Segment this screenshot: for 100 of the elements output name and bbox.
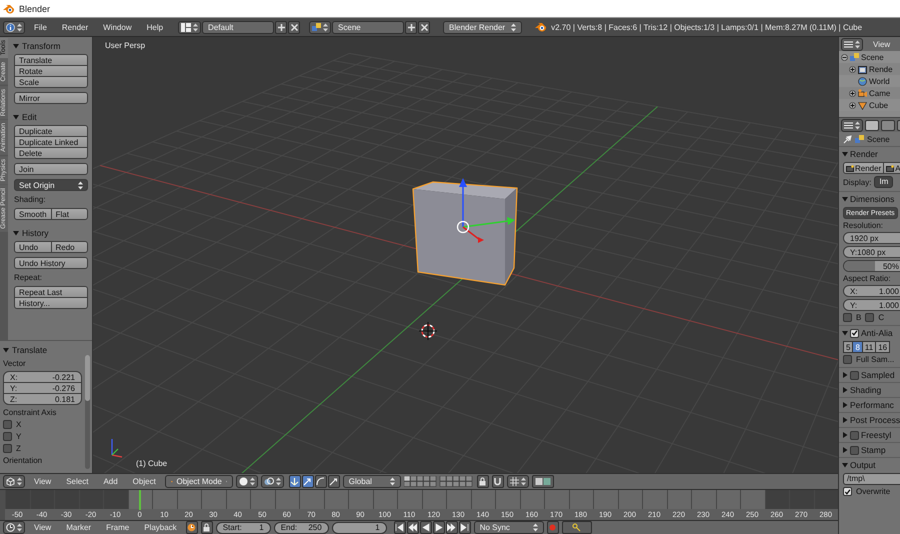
tool-button[interactable]: Join (14, 163, 88, 175)
number-field[interactable]: Y: 1.000 (843, 299, 900, 311)
scene-field[interactable]: Scene (332, 20, 404, 34)
orientation-dropdown[interactable]: Global (342, 475, 401, 488)
menu-item[interactable]: Window (97, 22, 138, 32)
layout-picker-button[interactable] (178, 20, 202, 34)
disclosure-triangle-icon[interactable] (842, 372, 848, 378)
disclosure-triangle-icon[interactable] (842, 196, 848, 202)
playback-button[interactable] (394, 521, 406, 534)
disclosure-triangle-icon[interactable] (3, 346, 9, 352)
number-field[interactable]: Z: 0.181 (3, 393, 82, 405)
checkbox[interactable] (850, 328, 859, 338)
render-preview-button[interactable] (532, 475, 554, 488)
disclosure-triangle-icon[interactable] (842, 151, 848, 157)
disclosure-triangle-icon[interactable] (842, 432, 848, 438)
context-tab[interactable] (881, 120, 895, 130)
sample-count-button[interactable]: 5 (843, 341, 854, 353)
plus-icon[interactable] (849, 66, 856, 72)
tool-button[interactable]: Flat (50, 208, 88, 220)
number-field[interactable]: Y:1080 px (843, 246, 900, 258)
add-layout-button[interactable] (275, 20, 288, 34)
menu-item[interactable]: Help (140, 22, 170, 32)
pin-icon[interactable] (843, 134, 852, 144)
menu-item[interactable]: View (28, 477, 58, 486)
sample-count-button[interactable]: 8 (852, 341, 863, 353)
add-scene-button[interactable] (405, 20, 418, 34)
editor-type-button[interactable] (3, 20, 25, 34)
dropdown-field[interactable]: Im (874, 176, 894, 188)
layout-field[interactable]: Default (202, 20, 274, 34)
menu-item[interactable]: Playback (138, 523, 183, 532)
number-field[interactable]: Y: -0.276 (3, 382, 82, 394)
render-button[interactable]: Render (843, 162, 884, 174)
checkbox[interactable] (850, 370, 859, 380)
tool-button[interactable]: Smooth (14, 208, 52, 220)
tool-button[interactable]: Delete (14, 147, 88, 159)
outliner-item[interactable]: World (869, 76, 890, 86)
lock-button[interactable] (200, 521, 213, 534)
checkbox[interactable] (850, 446, 859, 454)
disclosure-triangle-icon[interactable] (842, 330, 848, 336)
number-field[interactable]: X: 1.000 (843, 285, 900, 297)
menu-item[interactable]: Select (60, 477, 94, 486)
checkbox[interactable] (843, 355, 852, 364)
disclosure-triangle-icon[interactable] (842, 447, 848, 453)
disclosure-triangle-icon[interactable] (842, 387, 848, 393)
plus-icon[interactable] (849, 102, 856, 108)
outliner-item[interactable]: Scene (861, 52, 884, 62)
tool-button[interactable]: Rotate (14, 65, 88, 77)
dropdown-button[interactable]: Set Origin (14, 179, 88, 191)
delete-scene-button[interactable] (418, 20, 430, 34)
number-field[interactable]: X: -0.221 (3, 371, 82, 383)
end-frame-field[interactable]: End: 250 (274, 522, 329, 534)
keying-set-button[interactable] (562, 521, 592, 534)
checkbox[interactable] (3, 444, 12, 453)
playback-button[interactable] (406, 521, 419, 534)
tool-button[interactable]: Duplicate (14, 125, 88, 137)
keyframe-button[interactable] (186, 521, 198, 534)
sync-dropdown[interactable]: No Sync (474, 521, 544, 534)
menu-item[interactable]: Add (97, 477, 124, 486)
scene-picker-button[interactable] (309, 20, 332, 34)
outliner-item[interactable]: Cube (869, 100, 888, 110)
menu-item[interactable]: File (28, 22, 53, 32)
tool-button[interactable]: Scale (14, 76, 88, 88)
delete-layout-button[interactable] (288, 20, 300, 34)
editor-type-button[interactable] (3, 521, 25, 534)
disclosure-triangle-icon[interactable] (842, 462, 848, 468)
scrollbar[interactable] (85, 355, 90, 469)
shading-dropdown[interactable] (236, 475, 258, 488)
record-button[interactable] (546, 521, 559, 534)
menu-item[interactable]: Marker (60, 523, 98, 532)
tool-button[interactable]: Duplicate Linked (14, 136, 88, 148)
path-field[interactable]: /tmp\ (843, 473, 900, 485)
checkbox[interactable] (850, 430, 859, 440)
manipulator-toggle[interactable] (302, 475, 314, 488)
tool-button[interactable]: Redo (50, 241, 88, 253)
menu-item[interactable]: Object (126, 477, 162, 486)
checkbox[interactable] (865, 313, 874, 322)
editor-type-button[interactable] (841, 38, 863, 50)
checkbox[interactable] (843, 487, 852, 496)
menu-item[interactable]: Frame (100, 523, 136, 532)
snap-button[interactable] (492, 475, 504, 488)
menu-item[interactable]: View (28, 523, 58, 532)
minus-icon[interactable] (841, 54, 848, 60)
disclosure-triangle-icon[interactable] (842, 417, 848, 423)
start-frame-field[interactable]: Start: 1 (216, 522, 271, 534)
current-frame-field[interactable]: 1 (332, 522, 387, 534)
tool-button[interactable]: History... (14, 297, 88, 309)
manipulator-toggle[interactable] (328, 475, 340, 488)
lock-button[interactable] (476, 475, 489, 488)
tool-button[interactable]: Repeat Last (14, 286, 88, 298)
menu-item[interactable]: Render (56, 22, 94, 32)
checkbox[interactable] (843, 313, 852, 322)
editor-type-button[interactable] (3, 475, 25, 488)
tool-button[interactable]: Translate (14, 54, 88, 66)
pivot-dropdown[interactable] (260, 475, 284, 488)
manipulator-toggle[interactable] (314, 475, 327, 488)
disclosure-triangle-icon[interactable] (13, 230, 19, 236)
disclosure-triangle-icon[interactable] (13, 42, 19, 48)
context-tab[interactable] (865, 120, 879, 130)
tool-button[interactable]: Mirror (14, 92, 88, 104)
layer-grid-drawing[interactable] (404, 476, 474, 487)
